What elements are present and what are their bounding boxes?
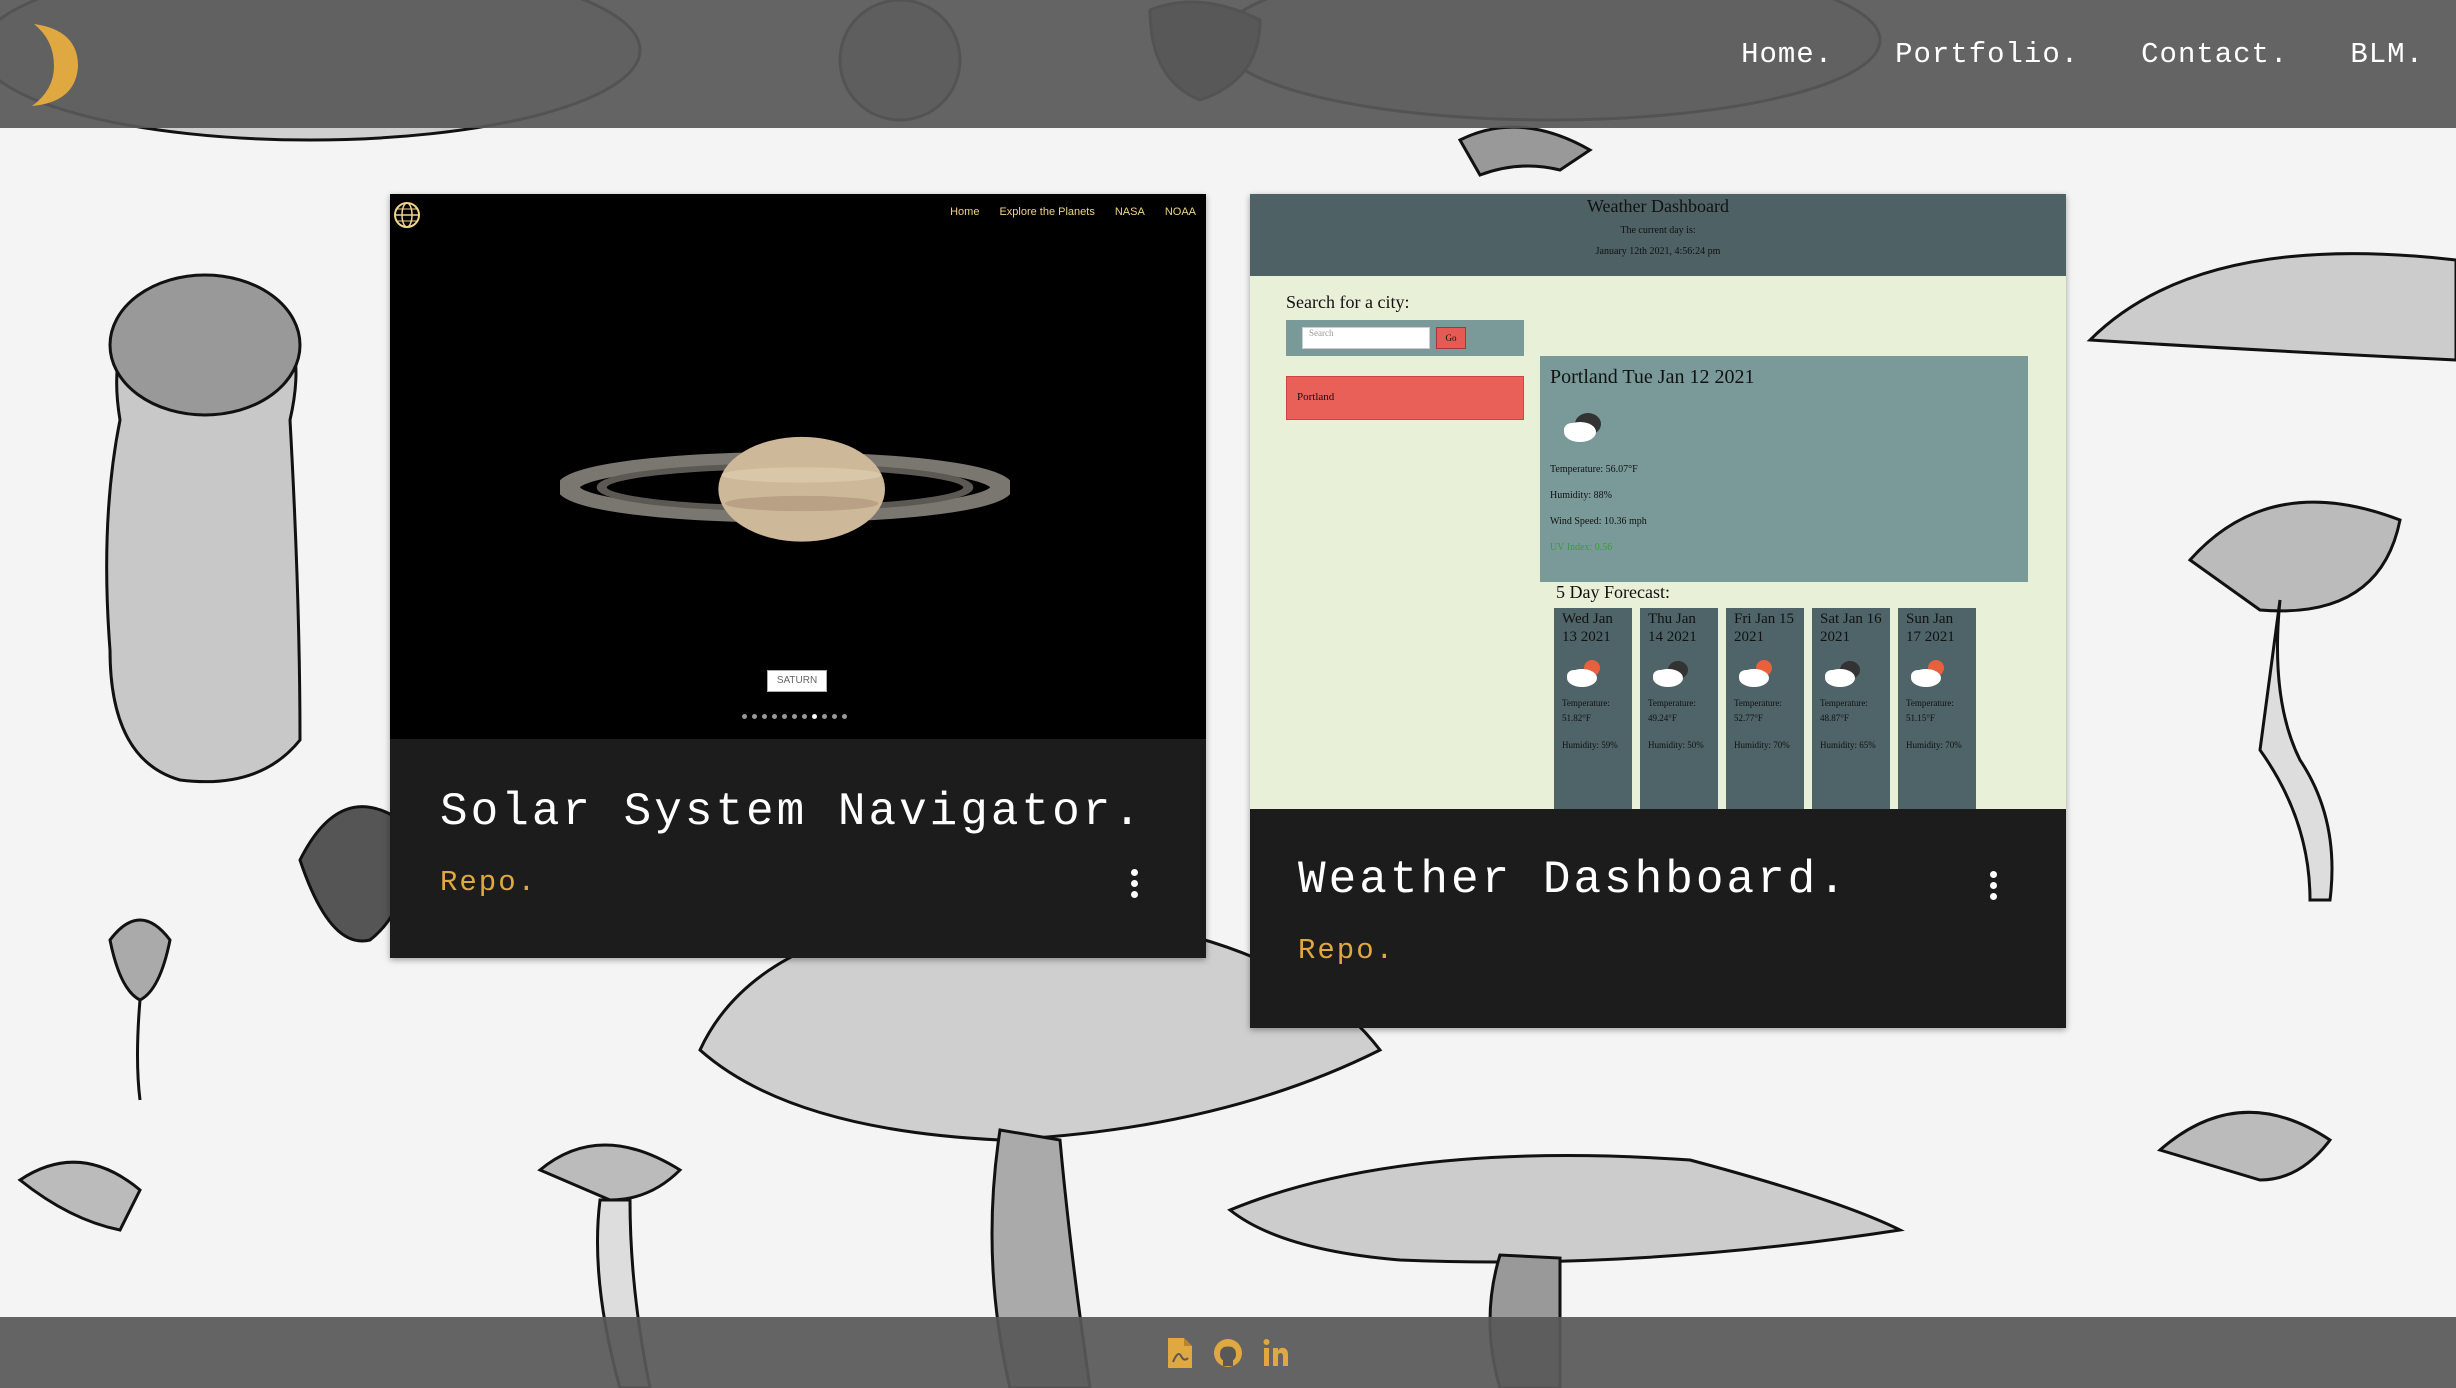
moon-logo-icon[interactable]	[20, 20, 80, 108]
nav-portfolio-link[interactable]: Portfolio.	[1895, 38, 2079, 71]
forecast-humidity: Humidity: 70%	[1906, 740, 1962, 750]
partly-cloudy-icon	[1911, 660, 1944, 687]
preview-nav-item: Explore the Planets	[999, 206, 1095, 218]
forecast-temperature: Temperature: 51.82°F	[1562, 698, 1610, 723]
forecast-temperature: Temperature: 49.24°F	[1648, 698, 1696, 723]
forecast-day: Wed Jan 13 2021	[1562, 611, 1613, 645]
preview-nav-item: NASA	[1114, 206, 1145, 218]
globe-icon	[394, 202, 420, 228]
city-history-item: Portland	[1286, 376, 1524, 420]
preview-subtitle: The current day is:	[1620, 225, 1696, 236]
mushroom-background	[0, 0, 2456, 1388]
forecast-card: Wed Jan 13 2021 Temperature: 51.82°F Hum…	[1554, 608, 1632, 809]
cloud-icon	[1825, 661, 1860, 687]
search-input: Search	[1302, 327, 1430, 349]
forecast-humidity: Humidity: 70%	[1734, 740, 1790, 750]
pdf-file-icon[interactable]	[1164, 1336, 1196, 1370]
forecast-card: Thu Jan 14 2021 Temperature: 49.24°F Hum…	[1640, 608, 1718, 809]
nav-blm-link[interactable]: BLM.	[2350, 38, 2424, 71]
project-card-solar: Home Explore the Planets NASA NOAA SATUR…	[390, 194, 1206, 958]
preview-nav-item: Home	[950, 206, 980, 218]
github-icon[interactable]	[1212, 1336, 1244, 1370]
main-nav: Home. Portfolio. Contact. BLM.	[1741, 38, 2424, 71]
forecast-day: Sun Jan 17 2021	[1906, 611, 1955, 645]
forecast-temperature: Temperature: 51.15°F	[1906, 698, 1954, 723]
repo-link[interactable]: Repo.	[440, 866, 537, 899]
project-title: Solar System Navigator.	[440, 786, 1144, 838]
current-humidity: Humidity: 88%	[1550, 490, 1612, 501]
planet-label: SATURN	[767, 670, 827, 692]
forecast-label: 5 Day Forecast:	[1556, 582, 1670, 602]
project-preview-weather[interactable]: Weather Dashboard The current day is: Ja…	[1250, 194, 2066, 809]
forecast-humidity: Humidity: 59%	[1562, 740, 1618, 750]
cloud-icon	[1564, 413, 1601, 442]
preview-title: Weather Dashboard	[1587, 196, 1729, 216]
forecast-humidity: Humidity: 50%	[1648, 740, 1704, 750]
partly-cloudy-icon	[1739, 660, 1772, 687]
forecast-temperature: Temperature: 52.77°F	[1734, 698, 1782, 723]
more-options-icon[interactable]	[1122, 866, 1146, 906]
current-wind: Wind Speed: 10.36 mph	[1550, 516, 1647, 527]
saturn-image	[560, 436, 1010, 542]
repo-link[interactable]: Repo.	[1298, 934, 1395, 967]
preview-nav: Home Explore the Planets NASA NOAA	[950, 206, 1196, 218]
footer-bar	[0, 1317, 2456, 1388]
forecast-card: Sun Jan 17 2021 Temperature: 51.15°F Hum…	[1898, 608, 1976, 809]
partly-cloudy-icon	[1567, 660, 1600, 687]
go-button: Go	[1436, 327, 1466, 349]
current-uv-index: UV Index: 0.56	[1550, 542, 1613, 553]
preview-nav-item: NOAA	[1164, 206, 1196, 218]
current-temperature: Temperature: 56.07°F	[1550, 464, 1638, 475]
forecast-temperature: Temperature: 48.87°F	[1820, 698, 1868, 723]
cloud-icon	[1653, 661, 1688, 687]
current-weather-panel: Portland Tue Jan 12 2021 Temperature: 56…	[1540, 356, 2028, 582]
project-title: Weather Dashboard.	[1298, 854, 1849, 906]
linkedin-icon[interactable]	[1260, 1336, 1292, 1370]
nav-home-link[interactable]: Home.	[1741, 38, 1833, 71]
preview-datetime: January 12th 2021, 4:56:24 pm	[1595, 246, 1721, 257]
search-bar: Search Go	[1286, 320, 1524, 356]
project-card-weather: Weather Dashboard The current day is: Ja…	[1250, 194, 2066, 1028]
forecast-day: Fri Jan 15 2021	[1734, 611, 1794, 645]
current-title: Portland Tue Jan 12 2021	[1550, 366, 1755, 388]
forecast-day: Thu Jan 14 2021	[1648, 611, 1697, 645]
forecast-card: Fri Jan 15 2021 Temperature: 52.77°F Hum…	[1726, 608, 1804, 809]
nav-contact-link[interactable]: Contact.	[2141, 38, 2288, 71]
top-navbar: Home. Portfolio. Contact. BLM.	[0, 0, 2456, 128]
carousel-dots	[742, 714, 847, 719]
search-label: Search for a city:	[1286, 292, 1410, 312]
forecast-day: Sat Jan 16 2021	[1820, 611, 1882, 645]
forecast-card: Sat Jan 16 2021 Temperature: 48.87°F Hum…	[1812, 608, 1890, 809]
forecast-humidity: Humidity: 65%	[1820, 740, 1876, 750]
project-preview-solar[interactable]: Home Explore the Planets NASA NOAA SATUR…	[390, 194, 1206, 739]
more-options-icon[interactable]	[1981, 868, 2005, 908]
preview-header: Weather Dashboard The current day is: Ja…	[1250, 194, 2066, 276]
